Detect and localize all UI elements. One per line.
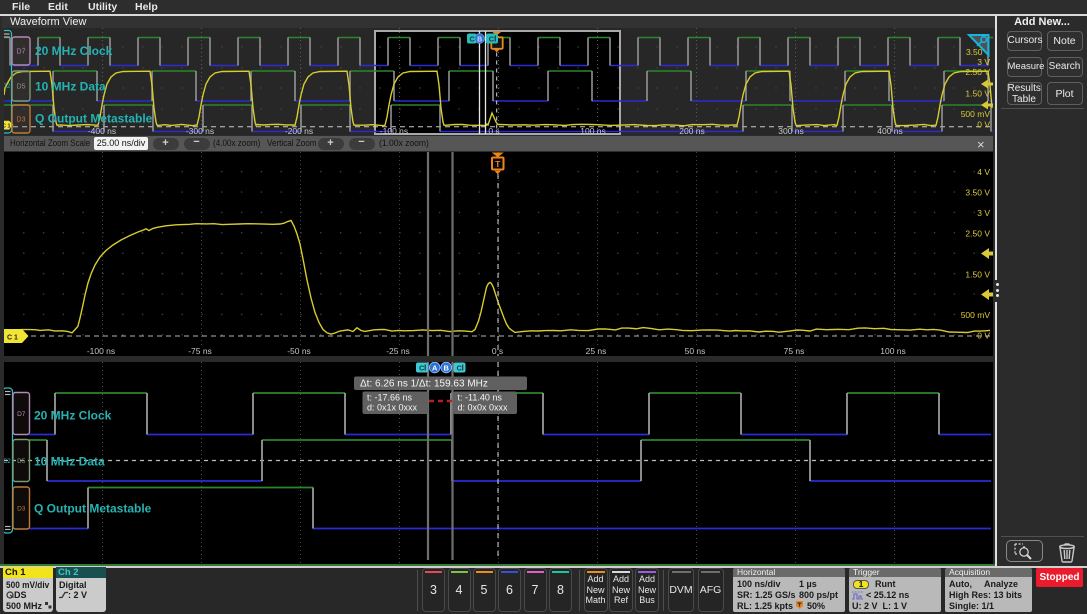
svg-text:B: B [443,364,449,373]
svg-text:20 MHz Clock: 20 MHz Clock [34,409,112,423]
svg-text:D5: D5 [17,458,26,465]
svg-text:3.50: 3.50 [966,47,983,57]
svg-text:3.50 V: 3.50 V [965,188,990,198]
svg-text:20 MHz Clock: 20 MHz Clock [35,44,113,58]
svg-text:C 1: C 1 [4,123,11,129]
svg-text:2.50 V: 2.50 V [965,67,990,77]
svg-text:C2: C2 [4,459,11,465]
svg-text:4 V: 4 V [977,167,990,177]
svg-text:100 ns: 100 ns [880,346,906,356]
svg-text:B: B [477,36,482,43]
svg-text:50 ns: 50 ns [685,346,706,356]
svg-text:C: C [457,364,463,373]
svg-text:C: C [489,35,495,44]
svg-text:-100 ns: -100 ns [87,346,115,356]
svg-text:d: 0x0x 0xxx: d: 0x0x 0xxx [458,403,509,413]
svg-text:500 mV: 500 mV [961,109,991,119]
svg-text:10 MHz Data: 10 MHz Data [35,80,106,94]
svg-text:T: T [495,159,501,169]
svg-text:1.50 V: 1.50 V [965,89,990,99]
svg-text:100 ns: 100 ns [580,126,606,135]
svg-text:d: 0x1x 0xxx: d: 0x1x 0xxx [367,403,418,413]
svg-text:0 s: 0 s [492,346,503,356]
svg-text:3 V: 3 V [977,208,990,218]
svg-text:-300 ns: -300 ns [186,126,214,135]
svg-text:200 ns: 200 ns [679,126,705,135]
svg-text:C: C [419,364,425,373]
svg-text:25 ns: 25 ns [586,346,607,356]
svg-text:500 mV: 500 mV [961,310,991,320]
svg-text:t: -17.66 ns: t: -17.66 ns [367,393,413,403]
svg-text:75 ns: 75 ns [784,346,805,356]
svg-text:D5: D5 [17,84,26,91]
svg-text:Q Output Metastable: Q Output Metastable [34,502,152,516]
svg-text:-200 ns: -200 ns [285,126,313,135]
svg-text:-75 ns: -75 ns [188,346,212,356]
svg-text:Q Output Metastable: Q Output Metastable [35,112,153,126]
svg-text:t: -11.40 ns: t: -11.40 ns [458,393,503,403]
svg-text:C 1: C 1 [7,335,18,342]
svg-text:D3: D3 [17,506,26,513]
svg-text:-100 ns: -100 ns [380,126,408,135]
svg-text:-400 ns: -400 ns [88,126,116,135]
svg-text:300 ns: 300 ns [778,126,804,135]
svg-text:-25 ns: -25 ns [386,346,410,356]
svg-text:3 V: 3 V [977,57,990,67]
svg-text:0 V: 0 V [977,120,990,130]
svg-text:0 V: 0 V [977,331,990,341]
svg-text:Δt: 6.26 ns 1/Δt: 159.63 MHz: Δt: 6.26 ns 1/Δt: 159.63 MHz [360,379,488,390]
svg-text:400 ns: 400 ns [877,126,903,135]
svg-text:1.50 V: 1.50 V [965,270,990,280]
svg-text:10 MHz Data: 10 MHz Data [34,455,105,469]
svg-text:2.50 V: 2.50 V [965,229,990,239]
svg-text:-50 ns: -50 ns [287,346,311,356]
svg-text:C2: C2 [4,84,11,90]
svg-text:D3: D3 [17,117,26,124]
svg-text:0 s: 0 s [488,126,499,135]
svg-text:D7: D7 [17,49,26,56]
svg-text:A: A [432,364,438,373]
svg-text:D7: D7 [17,411,26,418]
